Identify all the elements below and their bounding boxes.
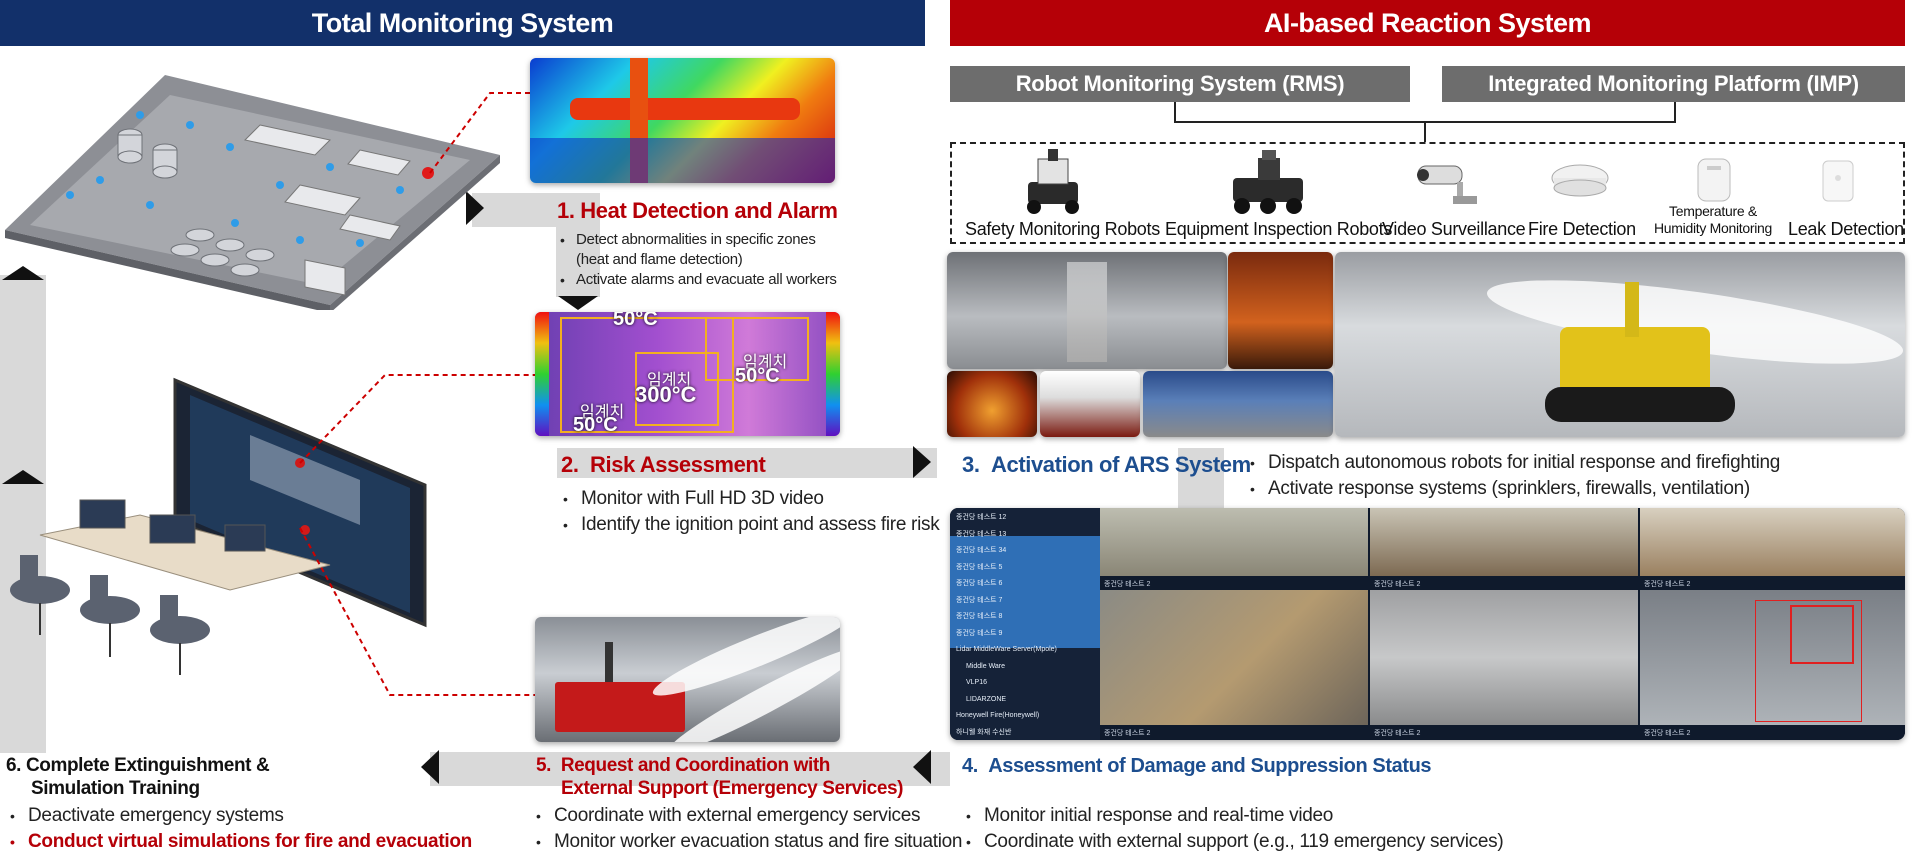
step3-bullet-2: Activate response systems (sprinklers, f… xyxy=(1250,476,1780,502)
step3-bullets: Dispatch autonomous robots for initial r… xyxy=(1250,450,1780,502)
device-label: Equipment Inspection Robots xyxy=(1165,219,1393,239)
fire-truck-image xyxy=(535,617,840,742)
facility-thumb-image xyxy=(1143,371,1333,437)
temp-readout: 50°C xyxy=(573,414,618,436)
fire-zone-image xyxy=(1228,252,1333,369)
safety-robot-icon xyxy=(1027,149,1079,214)
arrow-left-icon xyxy=(913,750,931,784)
vms-monitoring-screenshot: 종건당 테스트 12 종건당 테스트 13 종건당 테스트 34 종건당 테스트 5종… xyxy=(950,508,1905,740)
step5-bullet-2: Monitor worker evacuation status and fir… xyxy=(536,829,963,855)
camera-label: 종건당 테스트 2 xyxy=(1374,581,1421,588)
step1-bullet-2: Activate alarms and evacuate all workers xyxy=(560,270,837,290)
risk-assessment-thermal-image: 50°C 임계치 300°C 임계치 50°C 임계치 50°C xyxy=(535,312,840,436)
step2-bullet-1: Monitor with Full HD 3D video xyxy=(563,486,939,512)
camera-label: 종건당 테스트 2 xyxy=(1374,730,1421,737)
device-label: Temperature & Humidity Monitoring xyxy=(1653,203,1772,236)
humidity-sensor-icon xyxy=(1697,158,1731,202)
step6-bullet-1: Deactivate emergency systems xyxy=(10,803,472,829)
device-label: Video Surveillance xyxy=(1382,219,1526,239)
step4-title: 4. Assessment of Damage and Suppression … xyxy=(962,755,1432,777)
heat-detection-thermal-image xyxy=(530,58,835,183)
tree-item[interactable]: 종건당 테스트 5 xyxy=(956,560,1100,577)
tree-item[interactable]: 종건당 테스트 13 xyxy=(956,527,1100,544)
inspection-robot-icon xyxy=(1233,150,1303,214)
tree-item[interactable]: 종건당 테스트 12 xyxy=(956,510,1100,527)
connector-lines xyxy=(1174,102,1676,142)
total-monitoring-header: Total Monitoring System xyxy=(0,0,925,46)
step1-bullet-1: Detect abnormalities in specific zones(h… xyxy=(560,230,837,270)
step3-bullet-1: Dispatch autonomous robots for initial r… xyxy=(1250,450,1780,476)
arrow-down-icon xyxy=(558,296,598,310)
arrow-left-icon xyxy=(421,750,439,784)
step3-title: 3. Activation of ARS System xyxy=(962,452,1251,477)
step6-bullets: Deactivate emergency systems Conduct vir… xyxy=(10,803,472,855)
temp-readout: 50°C xyxy=(735,365,780,387)
step4-bullet-1: Monitor initial response and real-time v… xyxy=(966,803,1503,829)
camera-label: 종건당 테스트 2 xyxy=(1104,730,1151,737)
step1-bullets: Detect abnormalities in specific zones(h… xyxy=(560,230,837,290)
step2-bullet-2: Identify the ignition point and assess f… xyxy=(563,512,940,538)
step4-bullets: Monitor initial response and real-time v… xyxy=(966,803,1504,855)
tree-item[interactable]: 종건당 테스트 9 xyxy=(956,626,1100,643)
camera-label: 종건당 테스트 2 xyxy=(1644,581,1691,588)
tree-item[interactable]: Honeywell Fire(Honeywell) xyxy=(956,708,1100,725)
step6-bullet-2: Conduct virtual simulations for fire and… xyxy=(10,829,472,855)
warehouse-aisle-image xyxy=(947,252,1227,369)
step2-title: 2. Risk Assessment xyxy=(561,452,766,477)
camera-label: 종건당 테스트 2 xyxy=(1104,581,1151,588)
tree-item[interactable]: LIDARZONE xyxy=(956,692,1100,709)
rms-box: Robot Monitoring System (RMS) xyxy=(950,66,1410,102)
step4-bullet-2: Coordinate with external support (e.g., … xyxy=(966,829,1504,855)
temp-readout: 50°C xyxy=(613,312,658,330)
tree-item[interactable]: 하니웰 화재 수신반 xyxy=(956,725,1100,741)
device-label: Fire Detection xyxy=(1528,219,1636,239)
device-label: Leak Detection xyxy=(1788,219,1904,239)
fire-thumb-image xyxy=(947,371,1037,437)
camera-label: 종건당 테스트 2 xyxy=(1644,730,1691,737)
step2-bullets: Monitor with Full HD 3D video Identify t… xyxy=(563,486,940,538)
step5-bullet-1: Coordinate with external emergency servi… xyxy=(536,803,962,829)
device-tree-panel: 종건당 테스트 12 종건당 테스트 13 종건당 테스트 34 종건당 테스트 5종… xyxy=(950,508,1100,740)
tree-item[interactable]: Middle Ware xyxy=(956,659,1100,676)
leader-line xyxy=(429,92,530,174)
cctv-camera-icon xyxy=(1417,165,1477,204)
camera-grid: 종건당 테스트 2 종건당 테스트 2 종건당 테스트 2 종건당 테스트 2 … xyxy=(1100,508,1905,740)
robot-fleet-thumb-image xyxy=(1040,371,1140,437)
device-label: Safety Monitoring Robots xyxy=(965,219,1160,239)
tree-item[interactable]: 종건당 테스트 7 xyxy=(956,593,1100,610)
tree-item[interactable]: 종건당 테스트 34 xyxy=(956,543,1100,560)
tree-item[interactable]: VLP16 xyxy=(956,675,1100,692)
imp-box: Integrated Monitoring Platform (IMP) xyxy=(1442,66,1905,102)
step5-title: 5. Request and Coordination with Externa… xyxy=(536,755,904,799)
tree-item[interactable]: Lidar MiddleWare Server(Mpole) xyxy=(956,642,1100,659)
step5-bullets: Coordinate with external emergency servi… xyxy=(536,803,963,855)
arrow-right-icon xyxy=(913,446,931,478)
leak-sensor-icon xyxy=(1822,160,1854,202)
ai-reaction-header: AI-based Reaction System xyxy=(950,0,1905,46)
smoke-detector-icon xyxy=(1551,164,1609,197)
leader-line xyxy=(299,374,535,696)
tree-item[interactable]: 종건당 테스트 8 xyxy=(956,609,1100,626)
step6-title: 6. Complete Extinguishment & Simulation … xyxy=(6,755,270,799)
temp-readout: 300°C xyxy=(635,382,697,407)
firefighting-robot-image xyxy=(1335,252,1905,437)
step1-title: 1. Heat Detection and Alarm xyxy=(557,198,838,223)
tree-item[interactable]: 종건당 테스트 6 xyxy=(956,576,1100,593)
